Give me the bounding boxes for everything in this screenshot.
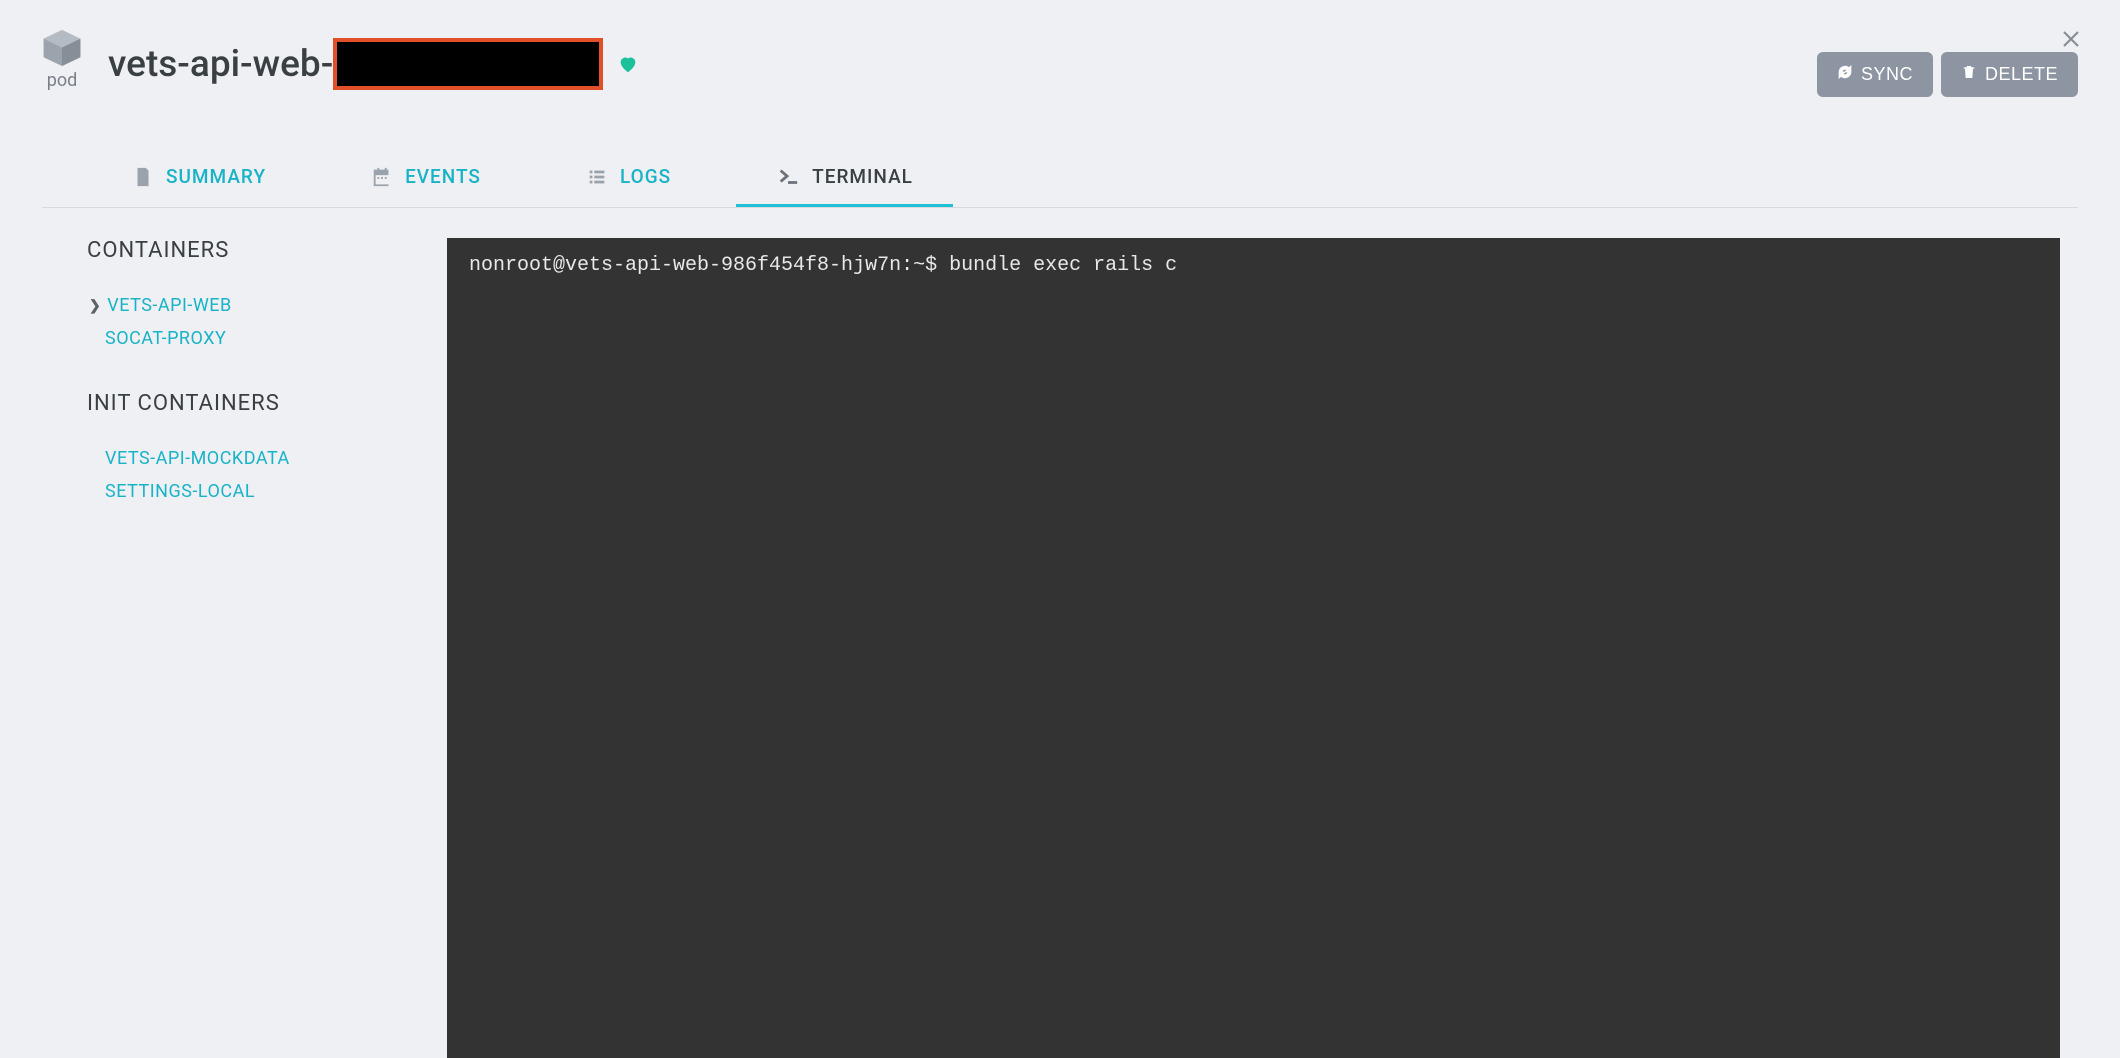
sync-icon <box>1837 64 1853 85</box>
redacted-suffix <box>333 38 603 90</box>
close-icon[interactable] <box>2059 27 2083 55</box>
delete-button-label: DELETE <box>1985 64 2058 85</box>
delete-button[interactable]: DELETE <box>1941 52 2078 97</box>
tab-label: SUMMARY <box>166 165 266 188</box>
sidebar-item-vets-api-mockdata[interactable]: VETS-API-MOCKDATA <box>87 442 447 475</box>
tabs: SUMMARY EVENTS LOGS <box>42 147 2078 208</box>
list-icon <box>586 166 608 188</box>
tab-label: TERMINAL <box>812 165 913 188</box>
terminal-icon <box>776 166 800 188</box>
sidebar: CONTAINERS ❯ VETS-API-WEB SOCAT-PROXY IN… <box>87 238 447 1058</box>
sync-button-label: SYNC <box>1861 64 1913 85</box>
body: CONTAINERS ❯ VETS-API-WEB SOCAT-PROXY IN… <box>42 208 2078 1058</box>
sidebar-item-socat-proxy[interactable]: SOCAT-PROXY <box>87 322 447 355</box>
sync-button[interactable]: SYNC <box>1817 52 1933 97</box>
trash-icon <box>1961 64 1977 85</box>
sidebar-item-vets-api-web[interactable]: ❯ VETS-API-WEB <box>87 289 447 322</box>
header: pod vets-api-web- <box>42 30 2078 97</box>
tab-logs[interactable]: LOGS <box>546 147 711 207</box>
tab-terminal[interactable]: TERMINAL <box>736 147 953 207</box>
tab-label: EVENTS <box>405 165 481 188</box>
chevron-right-icon: ❯ <box>89 298 101 314</box>
pod-title-row: vets-api-web- <box>108 30 639 90</box>
sidebar-item-settings-local[interactable]: SETTINGS-LOCAL <box>87 475 447 508</box>
kind-block: pod <box>42 30 82 91</box>
sidebar-item-label: SETTINGS-LOCAL <box>105 481 255 502</box>
terminal[interactable]: nonroot@vets-api-web-986f454f8-hjw7n:~$ … <box>447 238 2060 1058</box>
sidebar-item-label: SOCAT-PROXY <box>105 328 226 349</box>
tab-events[interactable]: EVENTS <box>331 147 521 207</box>
sidebar-item-label: VETS-API-WEB <box>107 295 232 316</box>
document-icon <box>132 166 154 188</box>
terminal-line: nonroot@vets-api-web-986f454f8-hjw7n:~$ … <box>469 254 1177 277</box>
pod-name-prefix: vets-api-web- <box>108 43 333 86</box>
tab-summary[interactable]: SUMMARY <box>92 147 306 207</box>
cube-icon <box>42 30 82 66</box>
sidebar-item-label: VETS-API-MOCKDATA <box>105 448 290 469</box>
init-containers-section: INIT CONTAINERS VETS-API-MOCKDATA SETTIN… <box>87 391 447 508</box>
containers-section: CONTAINERS ❯ VETS-API-WEB SOCAT-PROXY <box>87 238 447 355</box>
header-actions: SYNC DELETE <box>1817 30 2078 97</box>
pod-name: vets-api-web- <box>108 38 603 90</box>
kind-label: pod <box>47 70 78 91</box>
tab-label: LOGS <box>620 165 671 188</box>
init-containers-title: INIT CONTAINERS <box>87 391 447 416</box>
heart-icon <box>617 53 639 75</box>
header-left: pod vets-api-web- <box>42 30 639 91</box>
calendar-icon <box>371 166 393 188</box>
containers-title: CONTAINERS <box>87 238 447 263</box>
